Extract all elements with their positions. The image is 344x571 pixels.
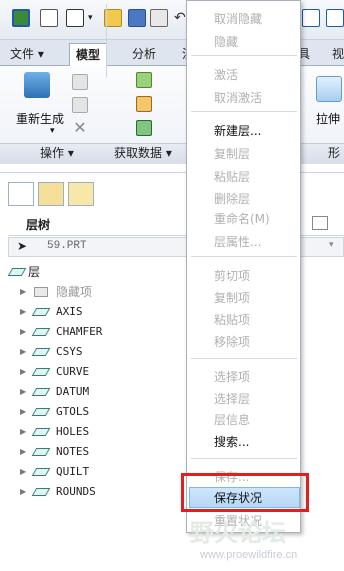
hidden-items-icon	[34, 287, 48, 297]
menu-item[interactable]: 复制项	[214, 288, 250, 308]
expand-arrow-icon[interactable]: ▶	[20, 422, 26, 442]
expand-arrow-icon[interactable]: ▶	[20, 322, 26, 342]
folder-tab-icon[interactable]	[38, 182, 64, 206]
layer-row-label: NOTES	[56, 445, 90, 458]
menu-item[interactable]: 粘贴层	[214, 167, 250, 187]
expand-arrow-icon[interactable]: ▶	[20, 462, 26, 482]
print-icon[interactable]	[150, 9, 168, 27]
dropdown-arrow-icon[interactable]: ▾	[88, 9, 96, 27]
expand-arrow-icon[interactable]: ▶	[20, 382, 26, 402]
layer-root-label: 层	[28, 265, 41, 279]
menu-item[interactable]: 复制层	[214, 144, 250, 164]
menu-item[interactable]: 新建层...	[214, 121, 261, 141]
layer-row-label: QUILT	[56, 465, 90, 478]
tab-analysis[interactable]: 分析	[126, 43, 162, 66]
menu-separator	[191, 458, 297, 459]
save-icon[interactable]	[128, 9, 146, 27]
expand-arrow-icon[interactable]: ▶	[20, 282, 26, 302]
window-icon[interactable]	[302, 9, 320, 27]
layer-tree-root[interactable]: 层	[4, 262, 40, 282]
delete-icon[interactable]: ✕	[72, 120, 88, 136]
get-data-group[interactable]: 获取数据 ▾	[114, 143, 172, 163]
layer-row-label: CSYS	[56, 345, 83, 358]
expand-arrow-icon[interactable]: ▶	[20, 442, 26, 462]
menu-separator	[191, 358, 297, 359]
regenerate-icon[interactable]	[24, 72, 50, 98]
menu-separator	[191, 111, 297, 112]
menu-item[interactable]: 层属性...	[214, 232, 261, 252]
layer-row-label: DATUM	[56, 385, 90, 398]
layer-row-label: CHAMFER	[56, 325, 103, 338]
favorites-tab-icon[interactable]	[68, 182, 94, 206]
menu-item[interactable]: 粘贴项	[214, 310, 250, 330]
watermark-text: 野火论坛	[190, 519, 286, 547]
extrude-button[interactable]: 拉伸	[316, 110, 340, 127]
watermark-logo: 野火论坛	[130, 505, 344, 571]
tab-model[interactable]: 模型	[69, 43, 108, 67]
chevron-down-icon[interactable]: ▾	[329, 240, 334, 250]
layer-row-label: GTOLS	[56, 405, 90, 418]
datum-icon[interactable]	[136, 72, 152, 88]
layer-row-label: ROUNDS	[56, 485, 96, 498]
layer-context-menu: 取消隐藏隐藏激活取消激活新建层... 复制层粘贴层 删除层 重命名(M) 层属性... 剪…	[186, 0, 301, 533]
expand-arrow-icon[interactable]: ▶	[20, 482, 26, 502]
app-logo-icon	[12, 9, 30, 27]
tab-file[interactable]: 文件 ▾	[4, 43, 50, 66]
watermark-url: www.proewildfire.cn	[200, 549, 298, 561]
regenerate-arrow-icon[interactable]: ▾	[50, 126, 55, 136]
tree-settings-icon[interactable]	[312, 216, 328, 230]
menu-item[interactable]: 选择项	[214, 367, 250, 387]
menu-item[interactable]: 搜索...	[214, 432, 249, 452]
menu-item[interactable]: 取消隐藏	[214, 9, 262, 29]
menu-item[interactable]: 隐藏	[214, 32, 238, 52]
copy-icon[interactable]	[72, 74, 88, 90]
layer-row-label: HOLES	[56, 425, 90, 438]
window-close-icon[interactable]	[326, 9, 344, 27]
paste-icon[interactable]	[72, 97, 88, 113]
menu-separator	[191, 256, 297, 257]
expand-arrow-icon[interactable]: ▶	[20, 402, 26, 422]
shrinkwrap-icon[interactable]	[136, 120, 152, 136]
menu-item[interactable]: 移除项	[214, 332, 250, 352]
layer-row-label: 隐藏项	[56, 285, 93, 299]
active-model-value: 59.PRT	[47, 240, 87, 252]
new-file-icon[interactable]	[40, 9, 58, 27]
menu-item[interactable]: 层信息	[214, 410, 250, 430]
menu-item[interactable]: 重命名(M)	[214, 209, 270, 229]
menu-item[interactable]: 剪切项	[214, 266, 250, 286]
model-tree-tab-icon[interactable]	[8, 182, 34, 206]
expand-arrow-icon[interactable]: ▶	[20, 302, 26, 322]
menu-item[interactable]: 删除层	[214, 189, 250, 209]
tree-title: 层树	[26, 218, 51, 232]
tab-view[interactable]: 视	[326, 43, 344, 66]
menu-item[interactable]: 激活	[214, 65, 238, 85]
open-window-icon[interactable]	[66, 9, 84, 27]
expand-arrow-icon[interactable]: ▶	[20, 342, 26, 362]
regenerate-button[interactable]: 重新生成	[16, 110, 64, 127]
expand-arrow-icon[interactable]: ▶	[20, 362, 26, 382]
operations-group[interactable]: 操作 ▾	[40, 143, 74, 163]
pointer-icon: ➤	[17, 239, 28, 253]
copy-geometry-icon[interactable]	[136, 96, 152, 112]
menu-item[interactable]: 取消激活	[214, 88, 262, 108]
extrude-icon[interactable]	[316, 76, 342, 102]
layer-row-label: AXIS	[56, 305, 83, 318]
shape-group[interactable]: 形	[328, 143, 340, 163]
layer-row-label: CURVE	[56, 365, 90, 378]
menu-item[interactable]: 选择层	[214, 389, 250, 409]
menu-separator	[191, 55, 297, 56]
